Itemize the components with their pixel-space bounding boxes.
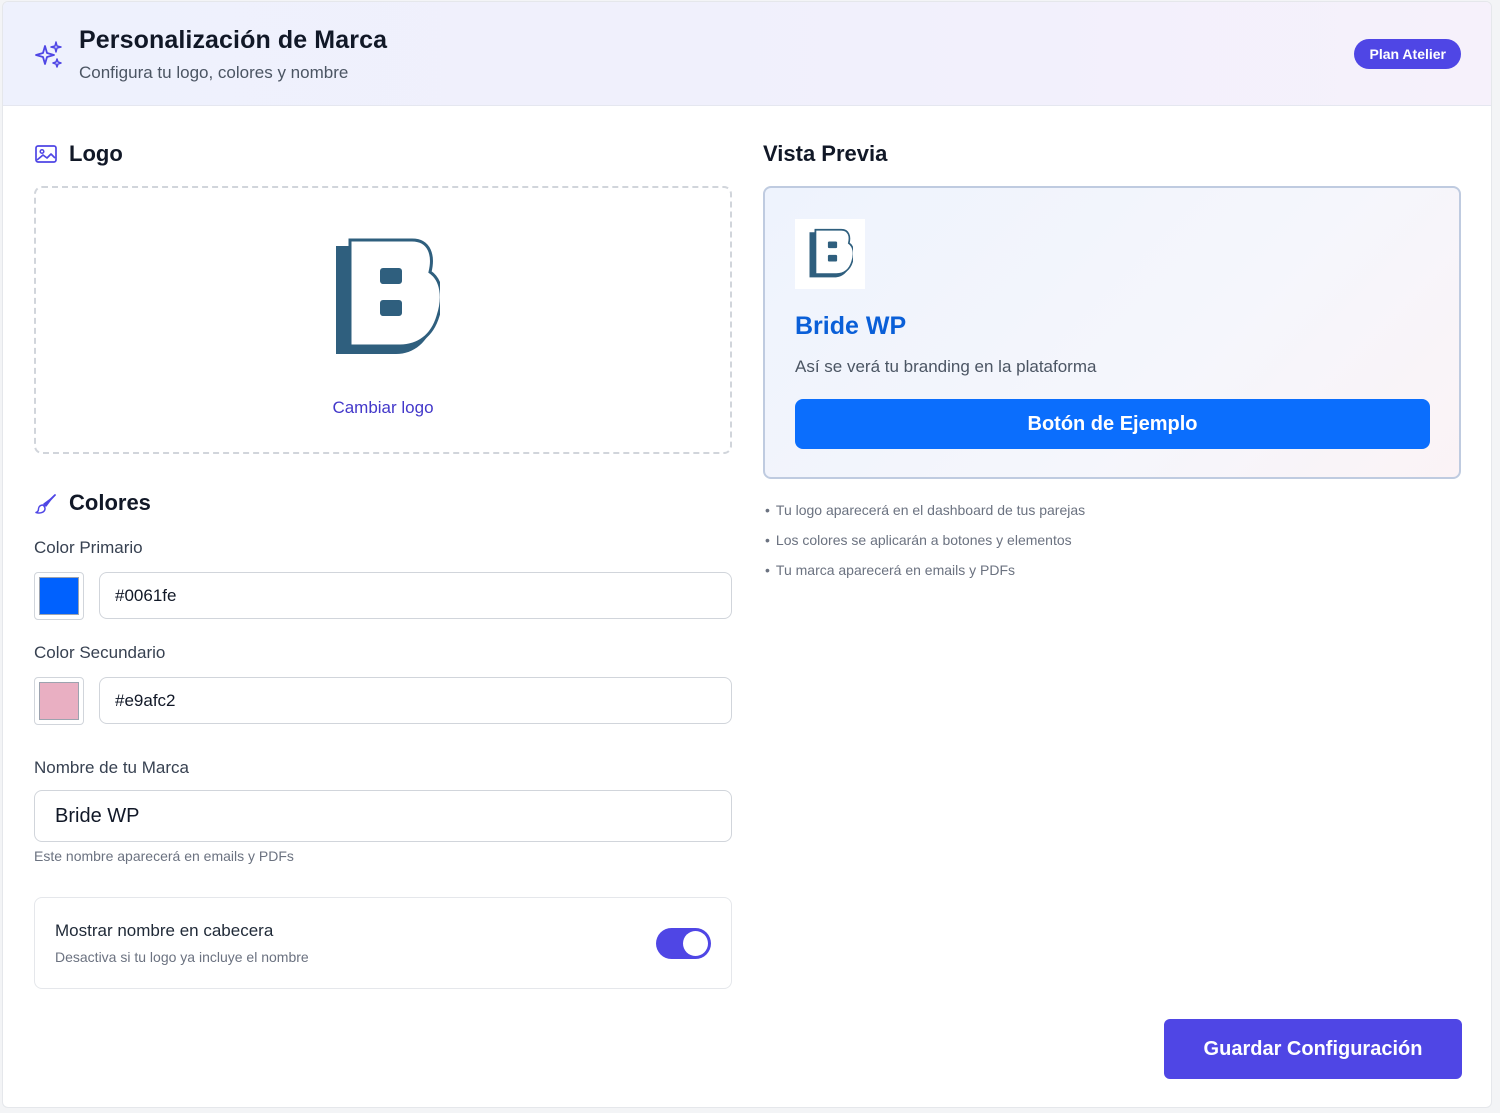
brand-name-help: Este nombre aparecerá en emails y PDFs [34, 848, 294, 864]
secondary-color-picker[interactable] [34, 677, 84, 725]
example-button[interactable]: Botón de Ejemplo [795, 399, 1430, 449]
show-name-setting: Mostrar nombre en cabecera Desactiva si … [34, 897, 732, 989]
branding-header: Personalización de Marca Configura tu lo… [3, 2, 1491, 106]
primary-color-label: Color Primario [34, 538, 143, 557]
brand-logo-small [809, 228, 853, 278]
paintbrush-icon [35, 494, 56, 514]
save-config-button[interactable]: Guardar Configuración [1164, 1019, 1462, 1079]
brand-name-input[interactable]: Bride WP [34, 790, 732, 842]
logo-upload-area[interactable]: Cambiar logo [34, 186, 732, 454]
toggle-knob [683, 931, 708, 956]
primary-color-picker[interactable] [34, 572, 84, 620]
preview-note: Tu logo aparecerá en el dashboard de tus… [765, 501, 1085, 531]
show-name-toggle[interactable] [656, 928, 711, 959]
preview-note: Los colores se aplicarán a botones y ele… [765, 531, 1085, 561]
show-name-subtitle: Desactiva si tu logo ya incluye el nombr… [55, 949, 309, 965]
plan-badge: Plan Atelier [1354, 39, 1461, 69]
change-logo-link[interactable]: Cambiar logo [36, 398, 730, 418]
show-name-title: Mostrar nombre en cabecera [55, 921, 274, 940]
secondary-color-swatch [39, 682, 79, 720]
secondary-color-input[interactable]: #e9afc2 [99, 677, 732, 724]
secondary-color-label: Color Secundario [34, 643, 166, 662]
primary-color-input[interactable]: #0061fe [99, 572, 732, 619]
colors-section-title: Colores [69, 490, 151, 515]
preview-note: Tu marca aparecerá en emails y PDFs [765, 561, 1085, 591]
primary-color-swatch [39, 577, 79, 615]
preview-notes: Tu logo aparecerá en el dashboard de tus… [765, 501, 1085, 591]
preview-title: Vista Previa [763, 141, 888, 166]
branding-card: Personalización de Marca Configura tu lo… [2, 1, 1492, 1108]
page-title: Personalización de Marca [79, 26, 388, 54]
brand-logo [336, 238, 440, 354]
preview-description: Así se verá tu branding en la plataforma [795, 357, 1097, 376]
preview-panel: Bride WP Así se verá tu branding en la p… [763, 186, 1461, 479]
logo-section-title: Logo [69, 141, 123, 166]
page-subtitle: Configura tu logo, colores y nombre [79, 63, 349, 82]
preview-brand-name: Bride WP [795, 312, 907, 340]
sparkles-icon [35, 41, 62, 68]
image-icon [35, 145, 57, 163]
preview-logo [795, 219, 865, 289]
brand-name-label: Nombre de tu Marca [34, 758, 189, 777]
